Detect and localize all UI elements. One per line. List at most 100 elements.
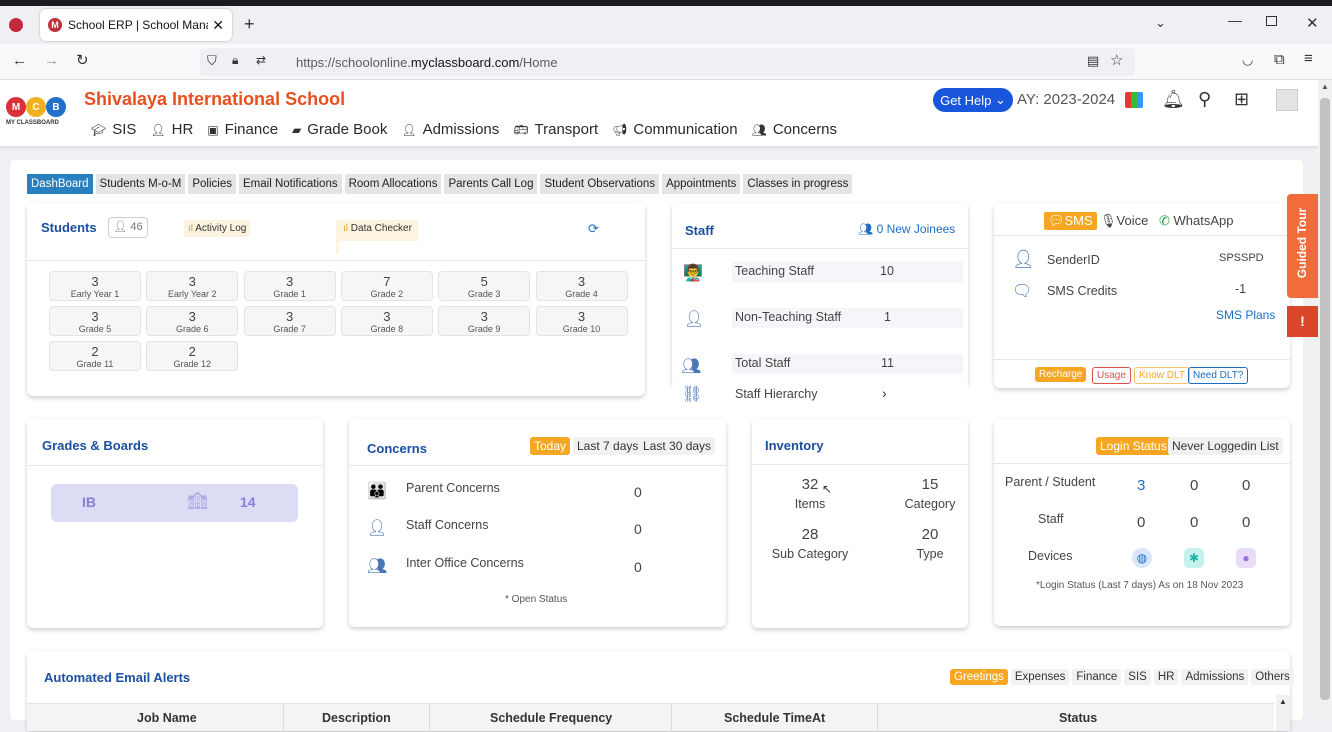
parent-concerns-label[interactable]: Parent Concerns [406, 481, 500, 495]
grade-tile[interactable]: 3 Grade 7 [243, 306, 336, 336]
tab-greetings[interactable]: Greetings [950, 669, 1008, 685]
permissions-icon[interactable]: ⇄ [256, 53, 266, 67]
window-close-icon[interactable]: ✕ [1306, 14, 1319, 32]
reload-icon[interactable]: ↻ [76, 51, 89, 69]
apps-grid-color-icon[interactable] [1125, 92, 1143, 108]
grade-tile[interactable]: 5 Grade 3 [438, 271, 531, 301]
table-scrollbar[interactable]: ▲ [1276, 695, 1290, 731]
restore-icon[interactable] [1266, 16, 1277, 26]
scrollbar-thumb[interactable] [1320, 98, 1330, 700]
grade-tile[interactable]: 3 Grade 4 [535, 271, 628, 301]
never-loggedin-tab[interactable]: Never Loggedin List [1168, 437, 1283, 455]
bookmark-star-icon[interactable]: ☆ [1110, 51, 1123, 69]
avatar[interactable] [1276, 89, 1298, 111]
filter-last-7-days[interactable]: Last 7 days [573, 437, 643, 455]
new-joinees-link[interactable]: 👥︎ 0 New Joinees [858, 222, 955, 236]
tab-admissions[interactable]: Admissions [1181, 669, 1249, 685]
search-icon[interactable]: ⚲ [1198, 89, 1211, 110]
myclassboard-logo[interactable]: M C B MY CLASSBOARD [6, 97, 66, 129]
shield-icon[interactable]: ⛉ [207, 53, 217, 69]
column-job-name[interactable]: Job Name [137, 711, 197, 725]
grade-tile[interactable]: 3 Early Year 2 [146, 271, 239, 301]
tab-policies[interactable]: Policies [188, 174, 236, 194]
tab-others[interactable]: Others [1251, 669, 1294, 685]
tab-email-notifications[interactable]: Email Notifications [239, 174, 342, 194]
nav-sis[interactable]: 🎓︎ SIS [91, 121, 136, 138]
column-status[interactable]: Status [1059, 711, 1097, 725]
inventory-type[interactable]: 20 Type [890, 526, 970, 561]
tab-dashboard[interactable]: DashBoard [27, 174, 93, 194]
sms-tab[interactable]: 💬︎SMS [1044, 212, 1097, 230]
apple-icon[interactable]: ● [1236, 548, 1256, 568]
grade-tile[interactable]: 3 Grade 9 [438, 306, 531, 336]
academic-year[interactable]: AY: 2023-2024 [1017, 91, 1115, 108]
nav-concerns[interactable]: 👥︎ Concerns [752, 121, 837, 138]
guided-tour-button[interactable]: Guided Tour [1287, 194, 1318, 298]
tab-students-mom[interactable]: Students M-o-M [95, 174, 186, 194]
staff-concerns-label[interactable]: Staff Concerns [406, 518, 488, 532]
grade-tile[interactable]: 2 Grade 11 [49, 341, 141, 371]
column-schedule-frequency[interactable]: Schedule Frequency [490, 711, 612, 725]
browser-tab[interactable]: M School ERP | School Manageme ✕ [40, 9, 232, 41]
tab-student-observations[interactable]: Student Observations [540, 174, 660, 194]
filter-last-30-days[interactable]: Last 30 days [639, 437, 716, 455]
browser-menu-icon[interactable] [9, 18, 23, 32]
tab-finance[interactable]: Finance [1072, 669, 1122, 685]
data-checker-button[interactable]: ıl Data Checker [336, 220, 418, 254]
recharge-button[interactable]: Recharge [1035, 367, 1087, 382]
tab-parents-call-log[interactable]: Parents Call Log [444, 174, 538, 194]
extensions-icon[interactable]: ⧉ [1274, 51, 1285, 68]
parent-concerns-value[interactable]: 0 [634, 484, 642, 500]
voice-tab[interactable]: 🎙︎Voice [1100, 213, 1148, 229]
nav-transport[interactable]: 🚌︎ Transport [513, 121, 598, 138]
inter-office-concerns-label[interactable]: Inter Office Concerns [406, 556, 524, 570]
grade-tile[interactable]: 3 Grade 6 [146, 306, 239, 336]
column-schedule-timeat[interactable]: Schedule TimeAt [724, 711, 825, 725]
know-dlt-button[interactable]: Know DLT [1134, 367, 1190, 384]
forward-icon[interactable]: → [44, 52, 59, 69]
pocket-icon[interactable]: ◡ [1242, 52, 1253, 68]
back-icon[interactable]: ← [12, 52, 27, 69]
inventory-category[interactable]: 15 Category [890, 476, 970, 511]
inventory-sub-category[interactable]: 28 Sub Category [760, 526, 860, 561]
page-scrollbar[interactable]: ▲ [1318, 80, 1332, 720]
tab-sis[interactable]: SIS [1124, 669, 1151, 685]
grade-tile[interactable]: 3 Grade 8 [340, 306, 433, 336]
nav-finance[interactable]: ▣ Finance [207, 121, 278, 138]
refresh-icon[interactable]: ⟳ [588, 221, 599, 237]
whatsapp-tab[interactable]: ✆ WhatsApp [1159, 213, 1234, 229]
grade-tile[interactable]: 3 Grade 10 [535, 306, 628, 336]
minimize-icon[interactable]: — [1228, 12, 1242, 28]
staff-hierarchy-row[interactable]: ⛓ Staff Hierarchy › [672, 384, 968, 406]
grid-menu-icon[interactable]: ⊞ [1234, 89, 1249, 110]
lock-icon[interactable]: 🔒︎ [232, 53, 238, 68]
inter-office-concerns-value[interactable]: 0 [634, 559, 642, 575]
tab-classes-in-progress[interactable]: Classes in progress [743, 174, 853, 194]
nav-communication[interactable]: 📢︎ Communication [612, 121, 737, 138]
tab-expenses[interactable]: Expenses [1010, 669, 1070, 685]
tab-room-allocations[interactable]: Room Allocations [344, 174, 442, 194]
grade-tile[interactable]: 3 Grade 1 [243, 271, 336, 301]
grade-tile[interactable]: 3 Grade 5 [49, 306, 141, 336]
need-dlt-button[interactable]: Need DLT? [1188, 367, 1249, 384]
bell-icon[interactable]: 🔔︎ [1162, 89, 1185, 110]
nav-hr[interactable]: 👤︎ HR [150, 121, 193, 138]
nav-admissions[interactable]: 👤︎ Admissions [401, 121, 499, 138]
android-icon[interactable]: ✱ [1184, 548, 1204, 568]
app-menu-icon[interactable]: ≡ [1304, 50, 1313, 67]
grade-tile[interactable]: 2 Grade 12 [146, 341, 239, 371]
usage-button[interactable]: Usage [1092, 367, 1131, 384]
staff-concerns-value[interactable]: 0 [634, 521, 642, 537]
parent-login-count[interactable]: 3 [1137, 477, 1145, 494]
web-globe-icon[interactable]: ◍ [1132, 548, 1152, 568]
tab-list-chevron-icon[interactable]: ⌄ [1155, 15, 1166, 31]
sms-plans-link[interactable]: SMS Plans [1216, 308, 1275, 322]
inventory-items[interactable]: 32 Items [770, 476, 850, 511]
close-tab-icon[interactable]: ✕ [212, 17, 224, 34]
get-help-button[interactable]: Get Help ⌄ [933, 88, 1013, 112]
new-tab-icon[interactable]: + [244, 14, 255, 35]
column-description[interactable]: Description [322, 711, 391, 725]
grade-tile[interactable]: 3 Early Year 1 [49, 271, 141, 301]
tab-hr[interactable]: HR [1153, 669, 1179, 685]
grade-tile[interactable]: 7 Grade 2 [340, 271, 433, 301]
